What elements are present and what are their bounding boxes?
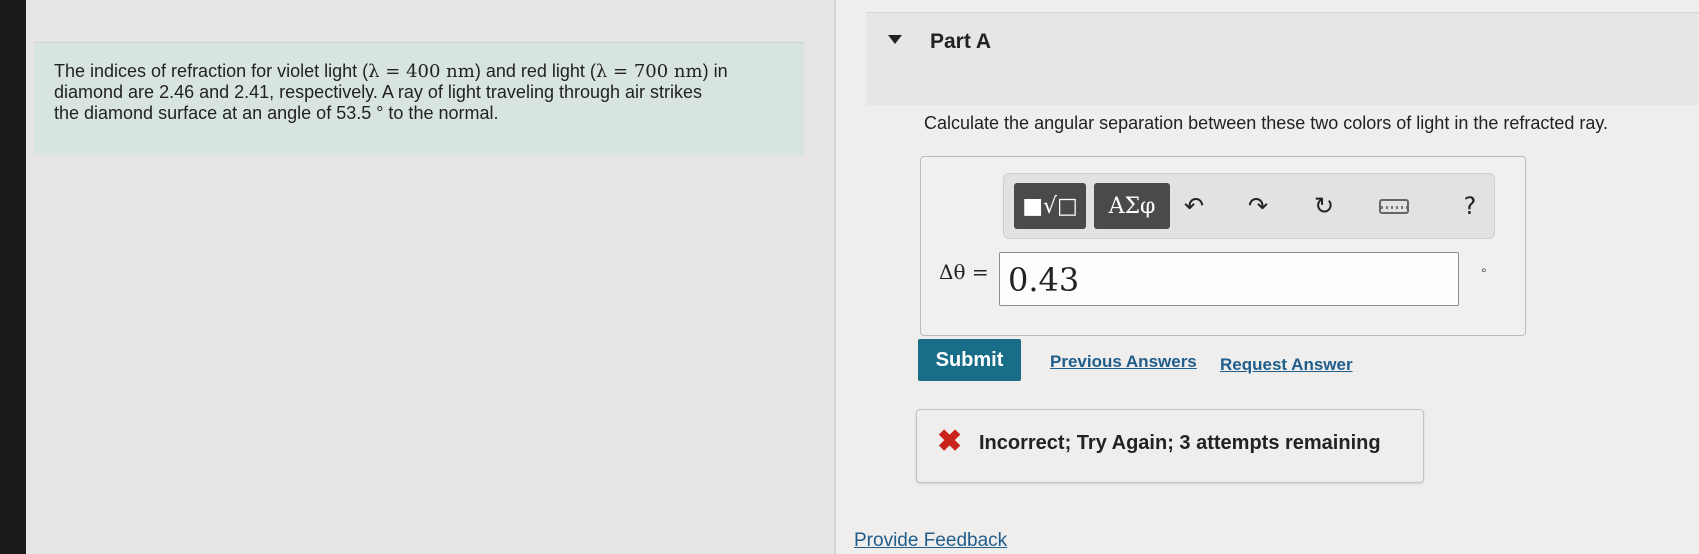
templates-button[interactable]: ■√□: [1014, 183, 1086, 229]
problem-text-part: ) and red light (: [474, 61, 596, 81]
degree-unit: °: [1481, 265, 1487, 281]
problem-text-line: the diamond surface at an angle of 53.5 …: [54, 103, 499, 123]
submit-button[interactable]: Submit: [918, 339, 1021, 381]
previous-answers-link[interactable]: Previous Answers: [1050, 352, 1197, 372]
reset-icon[interactable]: ↻: [1306, 188, 1342, 224]
problem-statement: The indices of refraction for violet lig…: [54, 61, 794, 124]
problem-text-part: ) in: [702, 61, 728, 81]
greek-symbols-button[interactable]: ΑΣφ: [1094, 183, 1170, 229]
problem-statement-box: The indices of refraction for violet lig…: [34, 42, 804, 155]
feedback-box: ✖ Incorrect; Try Again; 3 attempts remai…: [916, 409, 1424, 483]
screen-bezel: [0, 0, 26, 554]
part-a-header[interactable]: Part A: [866, 12, 1699, 105]
undo-icon[interactable]: ↶: [1176, 188, 1212, 224]
feedback-message: Incorrect; Try Again; 3 attempts remaini…: [979, 432, 1381, 454]
red-wavelength: λ = 700 nm: [595, 61, 703, 82]
provide-feedback-link[interactable]: Provide Feedback: [854, 530, 1007, 552]
answer-input[interactable]: 0.43: [999, 252, 1459, 306]
problem-text-line: diamond are 2.46 and 2.41, respectively.…: [54, 82, 703, 102]
keyboard-icon[interactable]: [1376, 188, 1412, 224]
help-icon[interactable]: ?: [1452, 188, 1488, 224]
violet-wavelength: λ = 400 nm: [368, 61, 475, 82]
redo-icon[interactable]: ↷: [1240, 188, 1276, 224]
request-answer-link[interactable]: Request Answer: [1220, 355, 1353, 375]
delta-theta-label: Δθ =: [939, 260, 989, 284]
question-text: Calculate the angular separation between…: [924, 113, 1609, 133]
part-title: Part A: [930, 30, 992, 53]
collapse-caret-icon[interactable]: [888, 35, 902, 44]
math-toolbar: ■√□ ΑΣφ ↶ ↷ ↻ ?: [1003, 173, 1495, 239]
problem-text-part: The indices of refraction for violet lig…: [54, 61, 369, 81]
answer-box: ■√□ ΑΣφ ↶ ↷ ↻ ? Δθ = 0.43 °: [920, 156, 1526, 336]
incorrect-x-icon: ✖: [937, 425, 963, 458]
